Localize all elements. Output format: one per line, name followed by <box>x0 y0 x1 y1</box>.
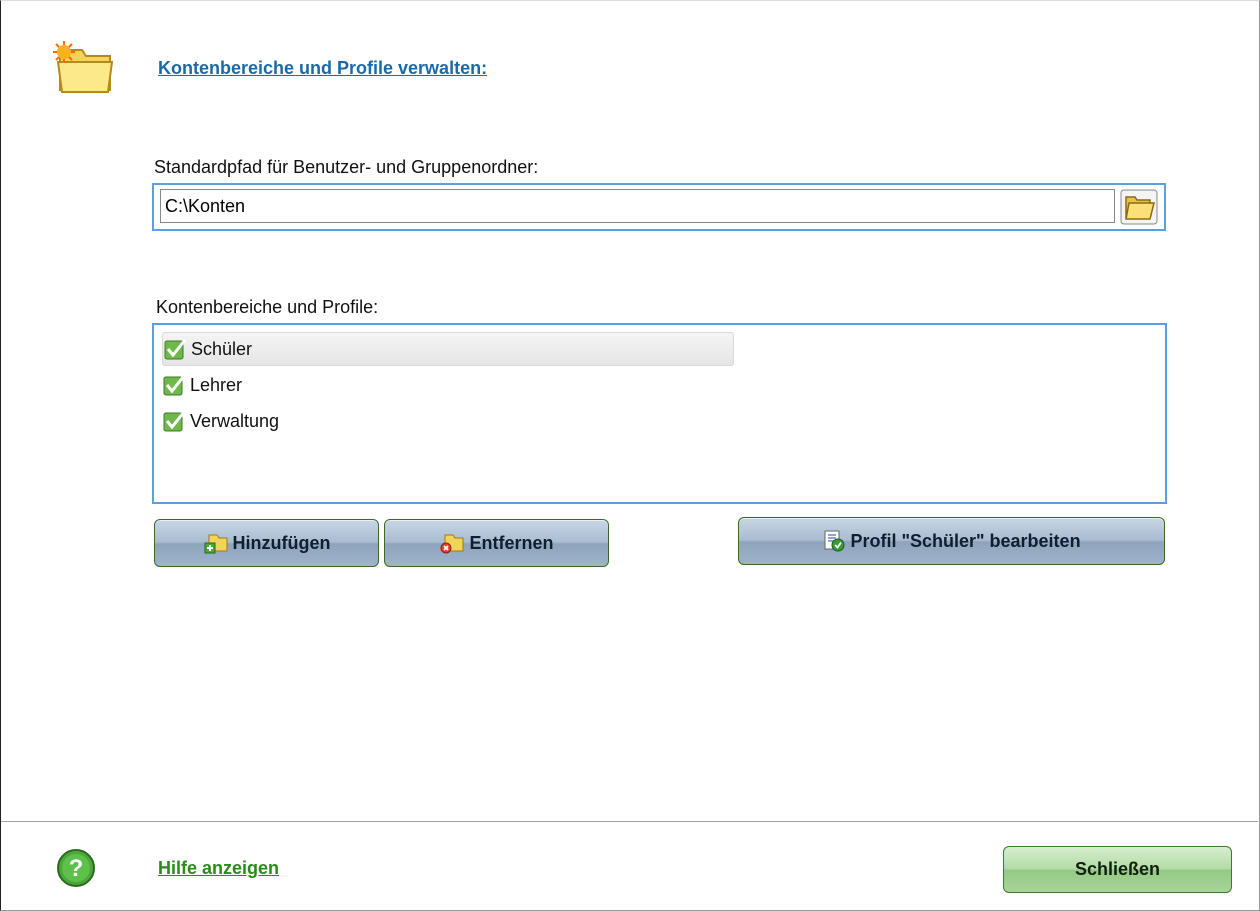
edit-profile-icon <box>824 530 845 552</box>
add-button[interactable]: Hinzufügen <box>154 519 379 567</box>
add-folder-icon <box>204 534 227 554</box>
list-item-label: Verwaltung <box>190 410 280 431</box>
path-label: Standardpfad für Benutzer- und Gruppenor… <box>154 157 539 177</box>
list-label: Kontenbereiche und Profile: <box>156 297 379 317</box>
list-item-label: Schüler <box>191 338 253 359</box>
edit-profile-button[interactable]: Profil "Schüler" bearbeiten <box>738 517 1165 565</box>
list-item[interactable]: Lehrer <box>162 368 734 402</box>
path-input[interactable] <box>160 189 1115 223</box>
remove-folder-icon <box>440 534 464 554</box>
add-button-label: Hinzufügen <box>232 532 331 553</box>
list-item-label: Lehrer <box>190 374 243 395</box>
remove-button[interactable]: Entfernen <box>384 519 609 567</box>
footer-divider <box>1 821 1258 822</box>
checkbox-checked-icon[interactable] <box>162 373 186 397</box>
edit-profile-button-label: Profil "Schüler" bearbeiten <box>850 530 1081 551</box>
help-link[interactable]: Hilfe anzeigen <box>158 858 279 879</box>
svg-text:?: ? <box>69 855 84 882</box>
list-item[interactable]: Schüler <box>162 332 734 366</box>
help-icon[interactable]: ? <box>56 848 96 888</box>
list-item[interactable]: Verwaltung <box>162 404 734 438</box>
checkbox-checked-icon[interactable] <box>162 409 186 433</box>
folder-new-icon <box>53 41 114 93</box>
profile-list: Schüler Lehrer Verwaltung <box>152 323 1167 504</box>
remove-button-label: Entfernen <box>469 532 554 553</box>
page-title[interactable]: Kontenbereiche und Profile verwalten: <box>158 58 487 79</box>
close-button[interactable]: Schließen <box>1003 846 1232 893</box>
path-field-container <box>152 183 1166 231</box>
open-folder-icon[interactable] <box>1120 189 1158 225</box>
checkbox-checked-icon[interactable] <box>163 337 187 361</box>
